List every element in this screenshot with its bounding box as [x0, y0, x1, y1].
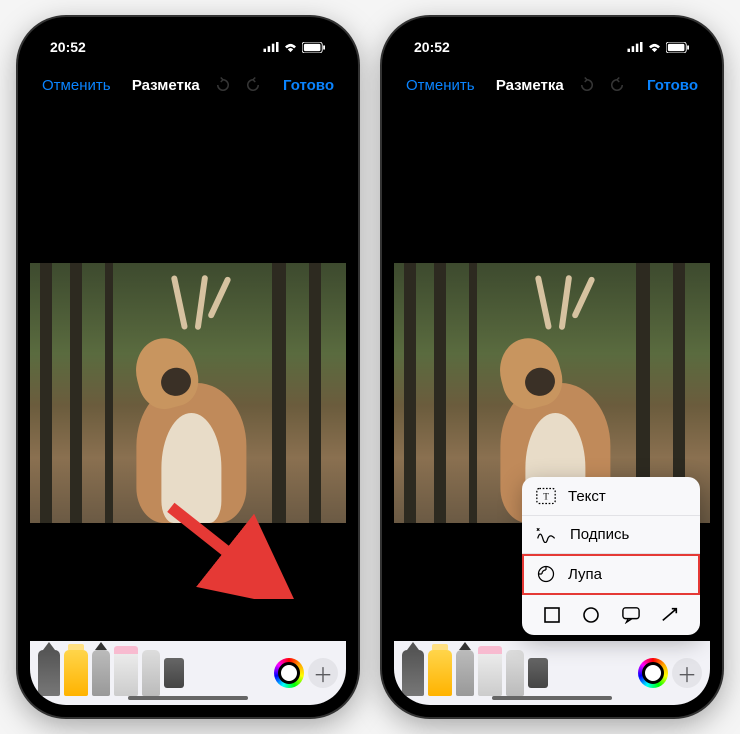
add-button[interactable]: ＋	[308, 658, 338, 688]
magnifier-icon	[536, 564, 556, 584]
menu-shapes-row	[522, 595, 700, 635]
menu-item-label: Подпись	[570, 526, 629, 543]
nav-bar: Отменить Разметка Готово	[30, 65, 346, 105]
add-menu-popup: T Текст Подпись Лупа	[522, 477, 700, 635]
cancel-button[interactable]: Отменить	[42, 77, 111, 94]
shape-arrow[interactable]	[660, 605, 680, 625]
screen: 20:52 Отменить Разметка Готово	[394, 29, 710, 705]
add-button[interactable]: ＋	[672, 658, 702, 688]
menu-item-signature[interactable]: Подпись	[522, 516, 700, 554]
marker-tool[interactable]	[64, 650, 88, 696]
undo-icon[interactable]	[578, 76, 596, 94]
home-indicator[interactable]	[492, 696, 612, 700]
eraser-tool[interactable]	[114, 650, 138, 696]
pen-tool[interactable]	[402, 650, 424, 696]
battery-icon	[666, 42, 690, 53]
done-button[interactable]: Готово	[647, 77, 698, 94]
screen: 20:52 Отменить Разметка Готово	[30, 29, 346, 705]
pen-tool[interactable]	[38, 650, 60, 696]
battery-icon	[302, 42, 326, 53]
redo-icon[interactable]	[608, 76, 626, 94]
page-title: Разметка	[496, 77, 564, 94]
phone-right: 20:52 Отменить Разметка Готово	[382, 17, 722, 717]
redo-icon[interactable]	[244, 76, 262, 94]
signal-icon	[627, 42, 643, 52]
nav-bar: Отменить Разметка Готово	[394, 65, 710, 105]
pencil-tool[interactable]	[456, 650, 474, 696]
svg-text:T: T	[543, 491, 549, 501]
ruler-tool[interactable]	[164, 658, 184, 688]
lasso-tool[interactable]	[506, 650, 524, 696]
menu-item-label: Текст	[568, 488, 606, 505]
canvas[interactable]	[30, 105, 346, 641]
color-picker-button[interactable]	[638, 658, 668, 688]
menu-item-text[interactable]: T Текст	[522, 477, 700, 516]
cancel-button[interactable]: Отменить	[406, 77, 475, 94]
lasso-tool[interactable]	[142, 650, 160, 696]
photo	[30, 263, 346, 523]
status-time: 20:52	[50, 39, 86, 55]
signature-icon	[536, 527, 558, 543]
color-picker-button[interactable]	[274, 658, 304, 688]
menu-item-label: Лупа	[568, 566, 602, 583]
wifi-icon	[283, 42, 298, 53]
page-title: Разметка	[132, 77, 200, 94]
eraser-tool[interactable]	[478, 650, 502, 696]
status-icons	[627, 42, 690, 53]
text-icon: T	[536, 487, 556, 505]
pencil-tool[interactable]	[92, 650, 110, 696]
marker-tool[interactable]	[428, 650, 452, 696]
signal-icon	[263, 42, 279, 52]
shape-square[interactable]	[542, 605, 562, 625]
status-icons	[263, 42, 326, 53]
notch	[477, 29, 627, 55]
wifi-icon	[647, 42, 662, 53]
undo-icon[interactable]	[214, 76, 232, 94]
menu-item-magnifier[interactable]: Лупа	[522, 554, 700, 595]
home-indicator[interactable]	[128, 696, 248, 700]
shape-speech-bubble[interactable]	[621, 605, 641, 625]
phone-left: 20:52 Отменить Разметка Готово	[18, 17, 358, 717]
notch	[113, 29, 263, 55]
done-button[interactable]: Готово	[283, 77, 334, 94]
ruler-tool[interactable]	[528, 658, 548, 688]
status-time: 20:52	[414, 39, 450, 55]
shape-circle[interactable]	[581, 605, 601, 625]
